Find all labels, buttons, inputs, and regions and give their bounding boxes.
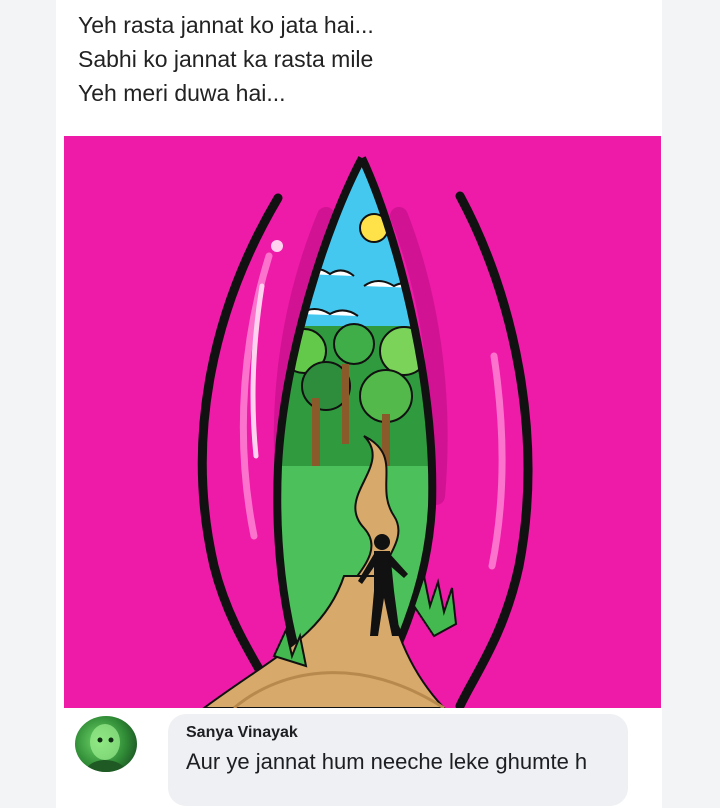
comment-author[interactable]: Sanya Vinayak [186, 724, 298, 742]
post-caption: Yeh rasta jannat ko jata hai... Sabhi ko… [78, 8, 652, 110]
comment-bubble: Sanya Vinayak Aur ye jannat hum neeche l… [168, 714, 628, 806]
post-image[interactable] [64, 136, 661, 708]
post-card: Yeh rasta jannat ko jata hai... Sabhi ko… [56, 0, 662, 808]
profile-photo-icon [85, 724, 127, 772]
comment-text: Aur ye jannat hum neeche leke ghumte h [186, 749, 588, 774]
avatar[interactable] [75, 716, 137, 772]
path-illustration [197, 156, 533, 708]
caption-line-3: Yeh meri duwa hai... [78, 80, 286, 106]
caption-line-1: Yeh rasta jannat ko jata hai... [78, 12, 374, 38]
caption-line-2: Sabhi ko jannat ka rasta mile [78, 46, 374, 72]
comment: Sanya Vinayak Aur ye jannat hum neeche l… [56, 708, 662, 808]
